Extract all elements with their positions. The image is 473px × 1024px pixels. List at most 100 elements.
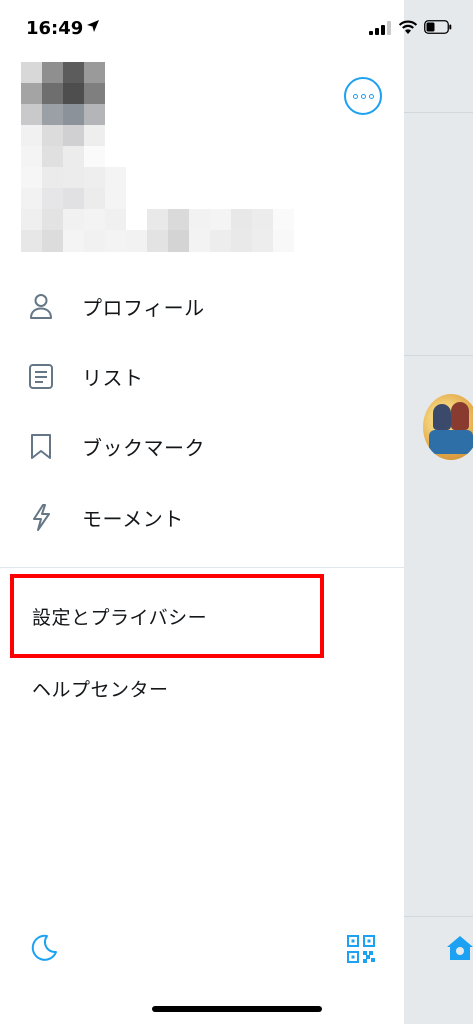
more-dot	[361, 94, 366, 99]
avatar-pixel	[210, 209, 231, 231]
menu-item-profile[interactable]: プロフィール	[0, 274, 404, 338]
help-center-label: ヘルプセンター	[32, 679, 169, 701]
timeline-divider	[404, 355, 473, 356]
avatar-pixel	[42, 188, 63, 210]
avatar-pixel	[147, 104, 168, 126]
avatar-pixel	[21, 104, 42, 126]
avatar-pixel	[21, 62, 42, 84]
avatar-pixel	[252, 230, 273, 252]
avatar-pixel	[168, 209, 189, 231]
avatar-pixel	[105, 230, 126, 252]
menu-item-label: ブックマーク	[82, 436, 205, 460]
avatar-pixel	[147, 230, 168, 252]
avatar-pixel	[252, 125, 273, 147]
avatar-pixel	[105, 188, 126, 210]
avatar-pixel	[42, 167, 63, 189]
avatar-pixel	[63, 230, 84, 252]
avatar-pixel	[105, 104, 126, 126]
avatar-pixel	[273, 83, 294, 105]
avatar-pixel	[231, 188, 252, 210]
avatar-pixel	[273, 146, 294, 168]
qr-code-icon[interactable]	[346, 934, 376, 964]
avatar-pixel	[105, 125, 126, 147]
avatar-pixel	[168, 125, 189, 147]
avatar-pixel	[252, 83, 273, 105]
avatar-pixel	[84, 104, 105, 126]
avatar-pixel	[147, 146, 168, 168]
avatar-pixel	[126, 62, 147, 84]
menu-item-label: プロフィール	[82, 296, 205, 320]
avatar-pixel	[252, 62, 273, 84]
avatar-pixel	[84, 230, 105, 252]
avatar-pixel	[84, 125, 105, 147]
menu-item-moments[interactable]: モーメント	[0, 485, 404, 549]
avatar-pixel	[147, 209, 168, 231]
avatar-pixel	[84, 146, 105, 168]
menu-divider	[0, 567, 404, 568]
avatar-pixel	[273, 62, 294, 84]
avatar-pixel	[168, 104, 189, 126]
avatar-pixel	[189, 188, 210, 210]
avatar-pixel	[252, 146, 273, 168]
menu-item-lists[interactable]: リスト	[0, 344, 404, 408]
menu-item-label: モーメント	[82, 507, 184, 531]
avatar-pixel	[189, 146, 210, 168]
avatar-pixel	[105, 146, 126, 168]
avatar-pixel	[273, 125, 294, 147]
moon-icon[interactable]	[29, 933, 59, 963]
avatar-pixel	[42, 230, 63, 252]
avatar-pixel	[252, 104, 273, 126]
avatar-pixel	[189, 125, 210, 147]
more-options-button[interactable]	[344, 77, 382, 115]
avatar-pixel	[168, 167, 189, 189]
timeline-avatar	[423, 394, 473, 460]
avatar-pixel	[105, 167, 126, 189]
avatar-pixel	[189, 209, 210, 231]
avatar-pixel	[63, 62, 84, 84]
home-indicator[interactable]	[152, 1006, 322, 1012]
avatar-pixel	[231, 146, 252, 168]
avatar-pixel	[189, 62, 210, 84]
more-dot	[369, 94, 374, 99]
avatar-pixel	[231, 62, 252, 84]
avatar-pixel	[231, 83, 252, 105]
annotation-highlight-box	[10, 574, 324, 658]
menu-item-bookmarks[interactable]: ブックマーク	[0, 414, 404, 478]
avatar-pixel	[273, 104, 294, 126]
more-dot	[353, 94, 358, 99]
avatar-pixel	[126, 146, 147, 168]
timeline-divider	[404, 112, 473, 113]
avatar-pixel	[273, 188, 294, 210]
avatar-pixel	[42, 209, 63, 231]
avatar-pixel	[21, 209, 42, 231]
avatar-pixel	[63, 188, 84, 210]
avatar-pixel	[273, 209, 294, 231]
avatar-pixel	[21, 83, 42, 105]
profile-header-avatar[interactable]	[21, 62, 296, 252]
avatar-pixel	[63, 104, 84, 126]
avatar-pixel	[126, 83, 147, 105]
avatar-pixel	[63, 83, 84, 105]
battery-icon	[424, 20, 452, 34]
avatar-pixel	[273, 230, 294, 252]
avatar-pixel	[231, 230, 252, 252]
avatar-pixel	[147, 125, 168, 147]
avatar-pixel	[105, 83, 126, 105]
avatar-pixel	[126, 209, 147, 231]
avatar-pixel	[168, 188, 189, 210]
avatar-pixel	[147, 62, 168, 84]
background-timeline-overlay[interactable]	[404, 0, 473, 1024]
avatar-pixel	[147, 83, 168, 105]
avatar-pixel	[63, 209, 84, 231]
home-icon[interactable]	[446, 933, 473, 961]
avatar-pixel	[126, 125, 147, 147]
avatar-pixel	[168, 62, 189, 84]
side-drawer: 16:49 プロフィール リスト ブックマーク モーメント 設定とプライバシー …	[0, 0, 452, 1024]
avatar-pixel	[189, 167, 210, 189]
list-icon	[29, 364, 53, 389]
lightning-icon	[33, 504, 50, 531]
avatar-pixel	[84, 83, 105, 105]
menu-item-help-center[interactable]: ヘルプセンター	[0, 660, 404, 716]
location-arrow-icon	[87, 20, 99, 32]
avatar-pixel	[42, 125, 63, 147]
